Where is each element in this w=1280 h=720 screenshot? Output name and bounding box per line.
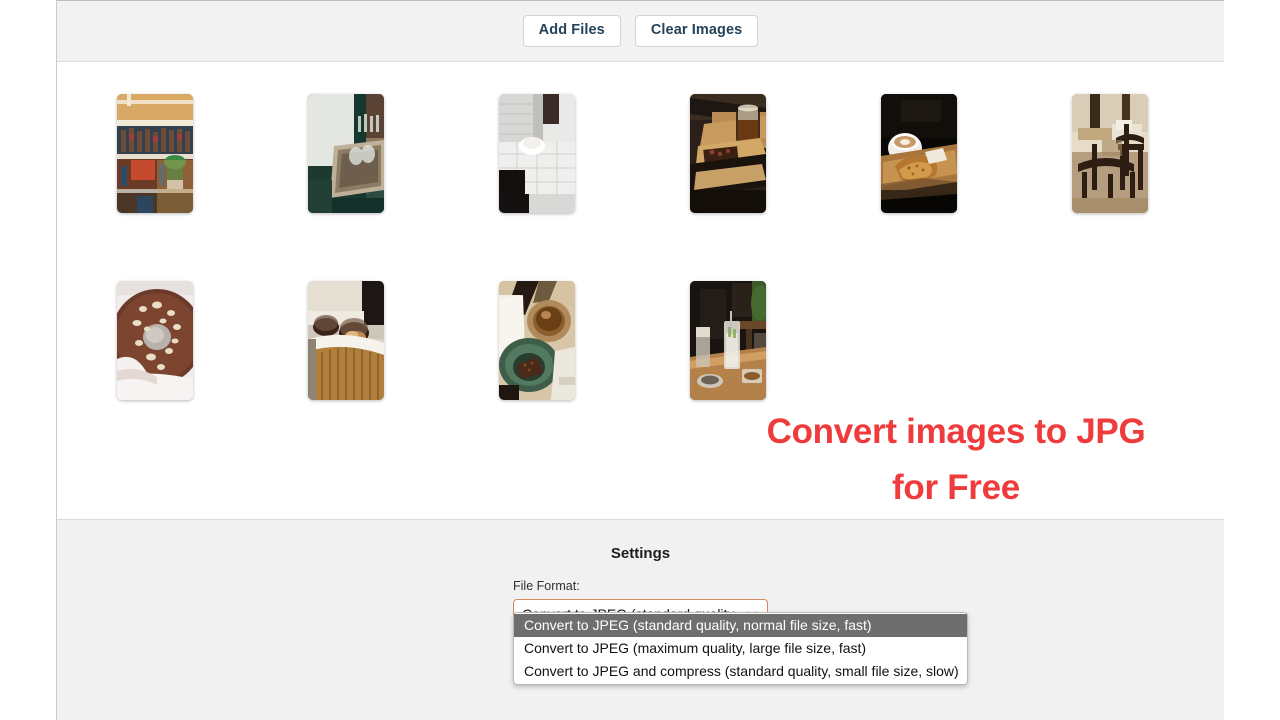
thumbnail-cell [59,94,250,216]
thumbnail-image[interactable] [880,94,957,213]
thumbnail-cell [250,94,441,216]
thumbnail-cell [1014,94,1205,216]
thumbnail-cell [632,94,823,216]
toolbar: Add Files Clear Images [57,0,1224,62]
promo-headline-line2: for Free [892,468,1020,507]
thumbnail-cell [632,281,823,403]
settings-panel: Settings File Format: Convert to JPEG (s… [57,519,1224,720]
thumbnail-row [57,94,1224,216]
thumbnail-cell [823,94,1014,216]
add-files-button[interactable]: Add Files [522,15,621,47]
file-format-option[interactable]: Convert to JPEG (standard quality, norma… [514,614,967,637]
thumbnail-image[interactable] [689,281,766,400]
thumbnail-cell [59,281,250,403]
file-format-option[interactable]: Convert to JPEG and compress (standard q… [514,660,967,683]
thumbnail-image[interactable] [116,281,193,400]
promo-headline-line1: Convert images to JPG [766,412,1146,451]
file-format-label: File Format: [513,579,580,593]
clear-images-button[interactable]: Clear Images [634,15,759,47]
page-root: Add Files Clear Images Convert images to… [0,0,1280,720]
thumbnail-image[interactable] [307,94,384,213]
thumbnail-cell [441,94,632,216]
image-gallery: Convert images to JPG for Free [57,62,1224,519]
file-format-option[interactable]: Convert to JPEG (maximum quality, large … [514,637,967,660]
thumbnail-image[interactable] [307,281,384,400]
thumbnail-cell [441,281,632,403]
app-column: Add Files Clear Images Convert images to… [56,0,1224,720]
thumbnail-image[interactable] [116,94,193,213]
thumbnail-image[interactable] [1071,94,1148,213]
thumbnail-image[interactable] [498,281,575,400]
file-format-field: File Format: Convert to JPEG (standard q… [513,579,968,685]
thumbnail-cell [250,281,441,403]
thumbnail-row [57,281,1224,403]
file-format-options-list[interactable]: Convert to JPEG (standard quality, norma… [513,612,968,685]
settings-title: Settings [610,545,671,562]
thumbnail-image[interactable] [689,94,766,213]
thumbnail-image[interactable] [498,94,575,213]
promo-headline: Convert images to JPG for Free [716,404,1196,516]
